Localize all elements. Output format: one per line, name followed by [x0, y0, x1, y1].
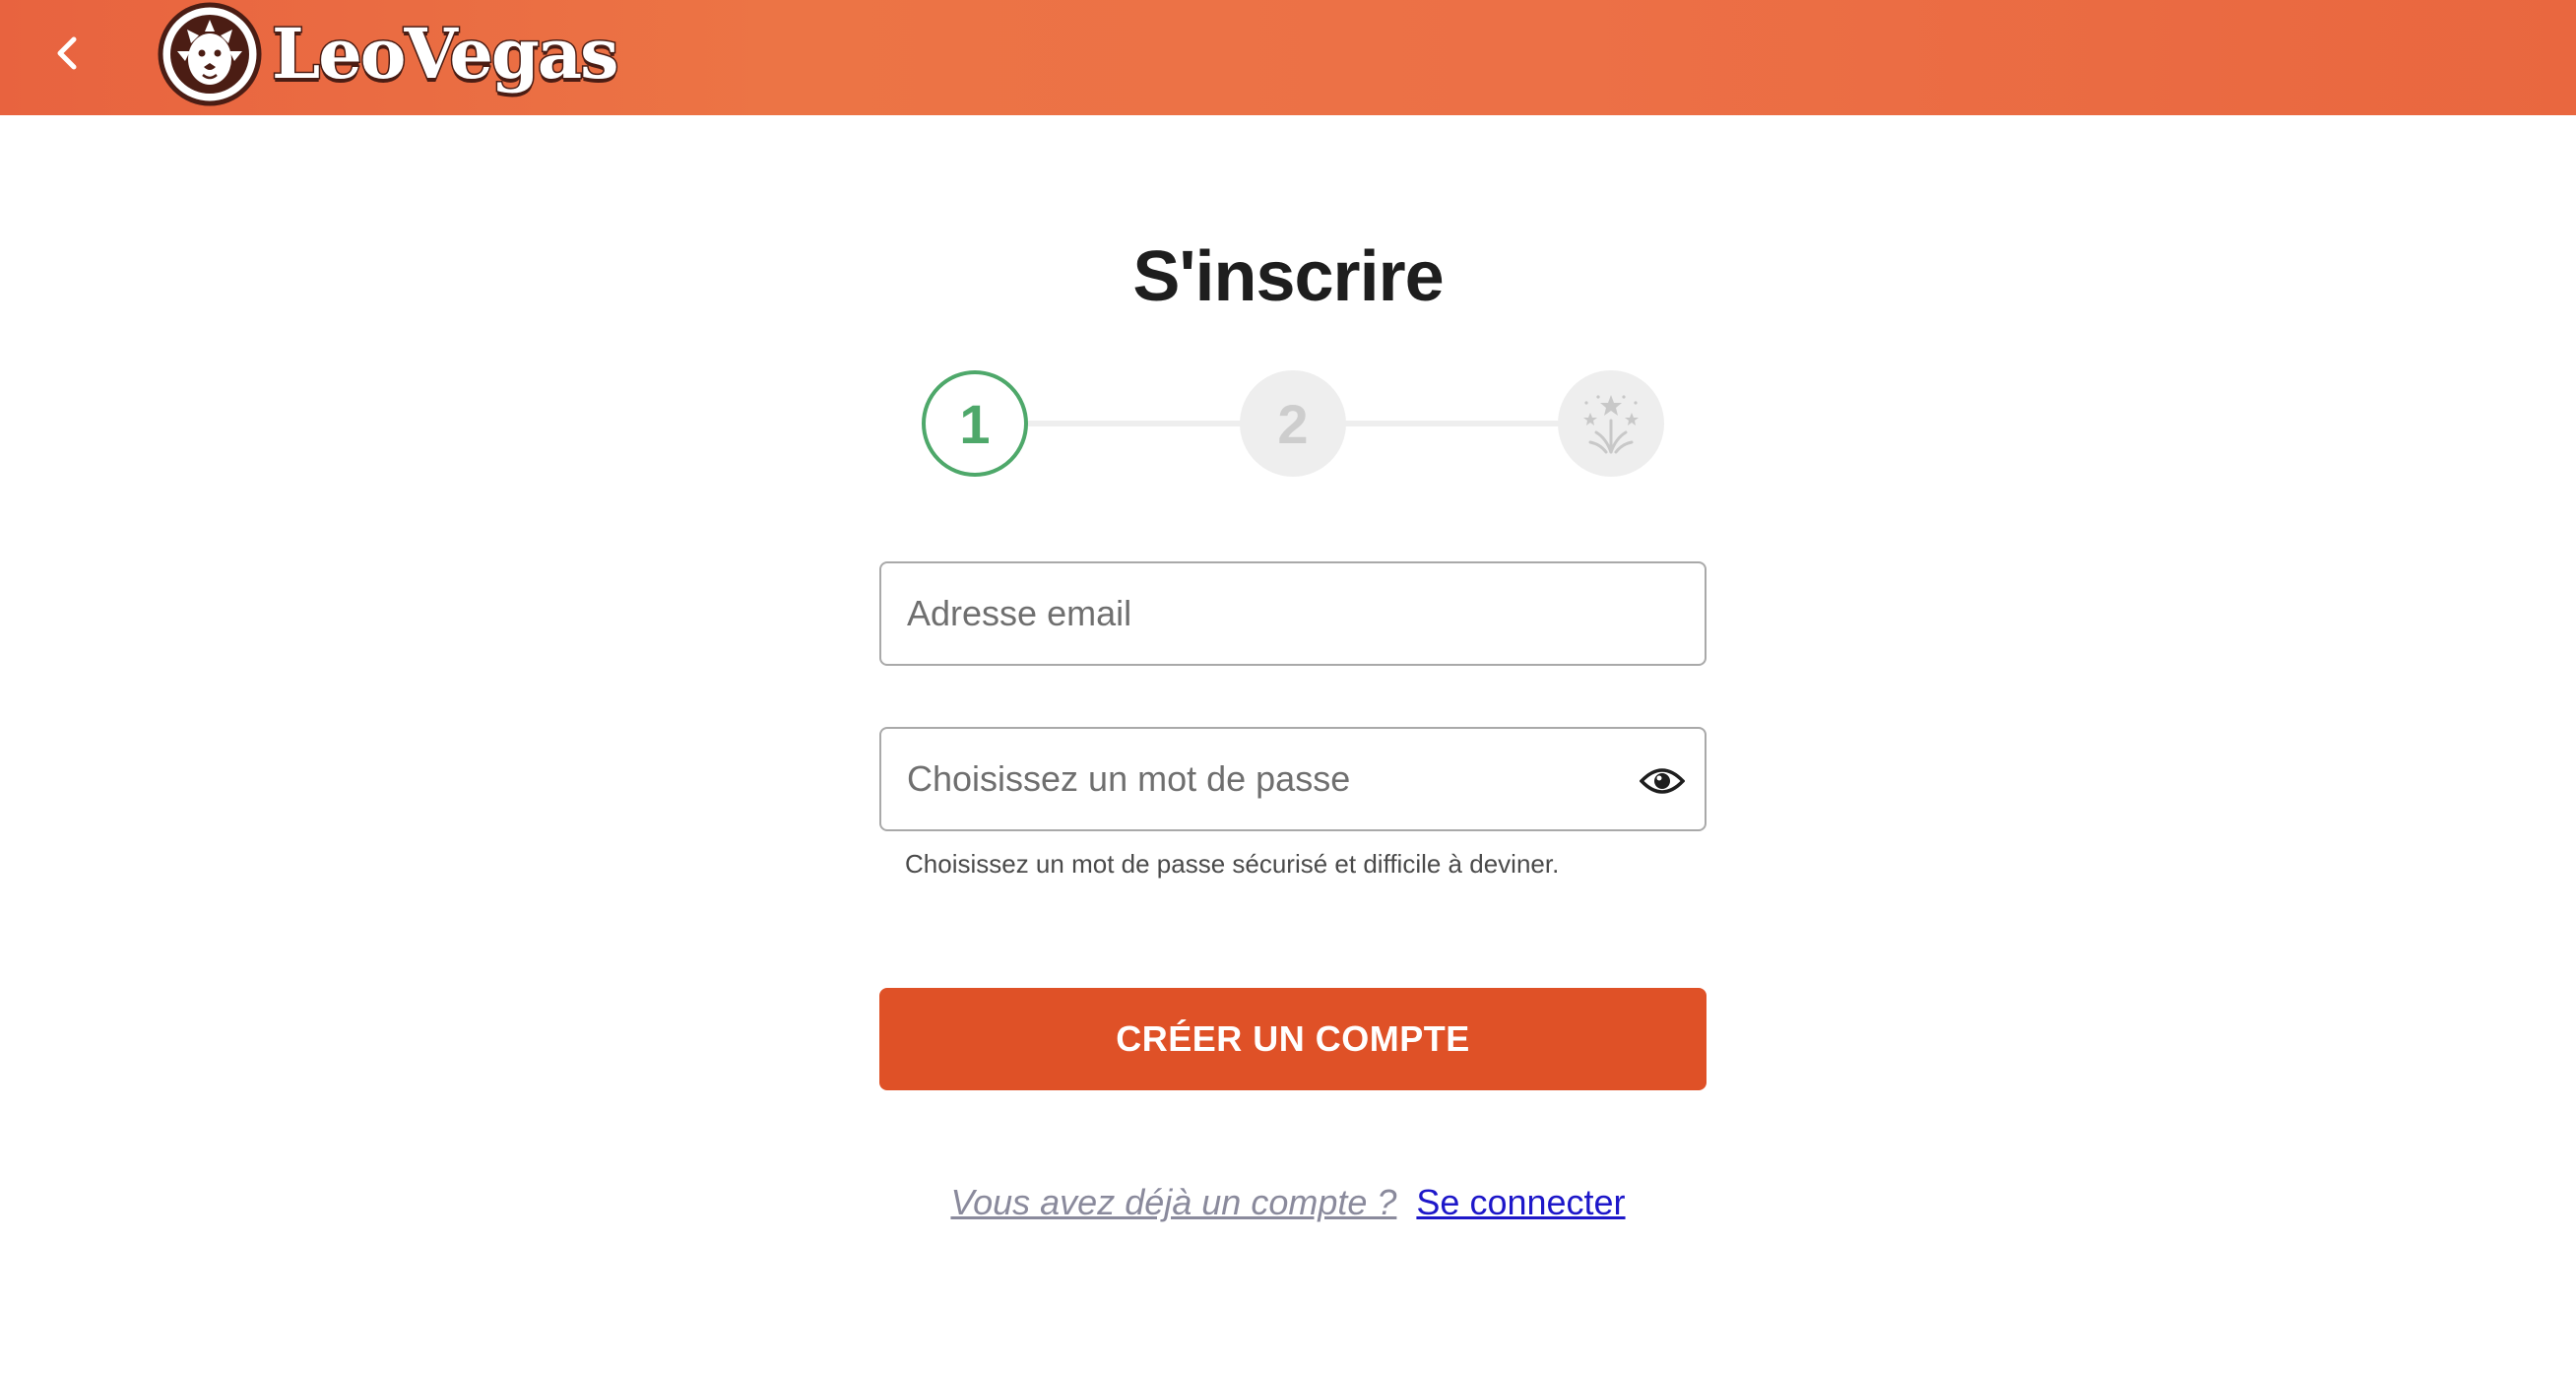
back-button[interactable] — [39, 22, 95, 85]
logo-text: LeoVegas — [271, 13, 621, 95]
password-input[interactable] — [881, 729, 1705, 829]
eye-icon — [1640, 768, 1685, 794]
step-2: 2 — [1240, 370, 1346, 477]
top-bar: LeoVegas — [0, 0, 2576, 115]
email-input[interactable] — [881, 563, 1705, 664]
stepper-connector — [1020, 421, 1247, 426]
step-1-label: 1 — [959, 392, 991, 455]
password-field[interactable] — [879, 727, 1707, 831]
login-prompt: Vous avez déjà un compte ? Se connecter — [0, 1182, 2576, 1223]
step-3 — [1558, 370, 1664, 477]
step-1: 1 — [922, 370, 1028, 477]
chevron-left-icon — [57, 36, 77, 70]
password-hint: Choisissez un mot de passe sécurisé et d… — [905, 849, 1560, 879]
create-account-button[interactable]: CRÉER UN COMPTE — [879, 988, 1707, 1090]
registration-stepper: 1 2 — [922, 370, 1664, 477]
page-title: S'inscrire — [1132, 237, 1444, 316]
fireworks-icon — [1583, 395, 1639, 454]
email-field[interactable] — [879, 561, 1707, 666]
step-2-label: 2 — [1277, 392, 1309, 455]
login-prompt-text: Vous avez déjà un compte ? — [950, 1182, 1397, 1222]
lion-logo-icon — [158, 2, 262, 106]
leovegas-logo[interactable]: LeoVegas — [158, 2, 621, 106]
password-visibility-toggle[interactable] — [1638, 756, 1687, 806]
stepper-connector — [1339, 421, 1566, 426]
login-link[interactable]: Se connecter — [1416, 1182, 1625, 1222]
